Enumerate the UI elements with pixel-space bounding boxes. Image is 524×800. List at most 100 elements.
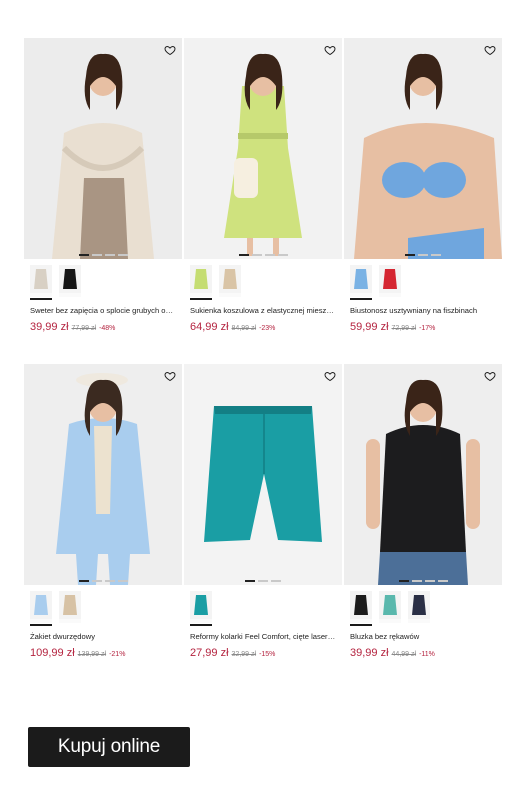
- product-name[interactable]: Bluzka bez rękawów: [344, 625, 502, 642]
- heart-icon[interactable]: [324, 370, 336, 382]
- color-swatches: [24, 259, 182, 300]
- current-price: 27,99 zł: [190, 647, 229, 659]
- discount-badge: -11%: [419, 651, 435, 658]
- color-swatch[interactable]: [350, 591, 372, 626]
- current-price: 109,99 zł: [30, 647, 75, 659]
- carousel-dot[interactable]: [117, 254, 128, 256]
- product-photo-art: [184, 364, 342, 585]
- product-photo[interactable]: [344, 38, 502, 259]
- heart-icon[interactable]: [484, 44, 496, 56]
- carousel-dot[interactable]: [277, 254, 288, 256]
- product-card[interactable]: Sweter bez zapięcia o splocie grubych oc…: [24, 38, 182, 333]
- product-row: Sweter bez zapięcia o splocie grubych oc…: [24, 38, 503, 333]
- product-card[interactable]: Żakiet dwurzędowy 109,99 zł 139,99 zł -2…: [24, 364, 182, 659]
- carousel-dot[interactable]: [238, 254, 249, 256]
- product-photo-art: [24, 38, 182, 259]
- color-swatches: [184, 259, 342, 300]
- color-swatch[interactable]: [59, 265, 81, 297]
- old-price: 32,99 zł: [231, 651, 257, 658]
- carousel-dot[interactable]: [104, 580, 115, 582]
- current-price: 64,99 zł: [190, 321, 229, 333]
- image-carousel-dots: [24, 254, 182, 256]
- color-swatch[interactable]: [59, 591, 81, 623]
- product-photo[interactable]: [24, 364, 182, 585]
- discount-badge: -21%: [109, 651, 126, 658]
- product-photo-art: [344, 38, 502, 259]
- carousel-dot[interactable]: [418, 254, 428, 256]
- old-price: 44,99 zł: [391, 651, 417, 658]
- carousel-dot[interactable]: [405, 254, 415, 256]
- color-swatches: [184, 585, 342, 626]
- color-swatch[interactable]: [190, 591, 212, 626]
- carousel-dot[interactable]: [398, 580, 409, 582]
- discount-badge: -15%: [259, 651, 276, 658]
- image-carousel-dots: [184, 254, 342, 256]
- carousel-dot[interactable]: [271, 580, 281, 582]
- product-photo[interactable]: [184, 364, 342, 585]
- product-name[interactable]: Biustonosz usztywniany na fiszbinach: [344, 299, 502, 316]
- carousel-dot[interactable]: [431, 254, 441, 256]
- old-price: 139,99 zł: [77, 651, 107, 658]
- carousel-dot[interactable]: [251, 254, 262, 256]
- product-name[interactable]: Żakiet dwurzędowy: [24, 625, 182, 642]
- product-row: Żakiet dwurzędowy 109,99 zł 139,99 zł -2…: [24, 364, 503, 659]
- heart-icon[interactable]: [164, 44, 176, 56]
- heart-icon[interactable]: [164, 370, 176, 382]
- product-grid: Sweter bez zapięcia o splocie grubych oc…: [24, 38, 503, 659]
- carousel-dot[interactable]: [258, 580, 268, 582]
- color-swatches: [24, 585, 182, 626]
- discount-badge: -23%: [259, 325, 276, 332]
- carousel-dot[interactable]: [245, 580, 255, 582]
- color-swatch[interactable]: [379, 265, 401, 297]
- product-photo[interactable]: [344, 364, 502, 585]
- price-line: 109,99 zł 139,99 zł -21%: [24, 642, 182, 659]
- carousel-dot[interactable]: [78, 580, 89, 582]
- current-price: 39,99 zł: [350, 647, 389, 659]
- carousel-dot[interactable]: [424, 580, 435, 582]
- product-photo[interactable]: [184, 38, 342, 259]
- old-price: 72,99 zł: [391, 325, 417, 332]
- product-name[interactable]: Sukienka koszulowa z elastycznej miesza…: [184, 299, 342, 316]
- carousel-dot[interactable]: [91, 254, 102, 256]
- image-carousel-dots: [344, 580, 502, 582]
- color-swatches: [344, 259, 502, 300]
- price-line: 39,99 zł 44,99 zł -11%: [344, 642, 502, 659]
- product-card[interactable]: Reformy kolarki Feel Comfort, cięte lase…: [184, 364, 342, 659]
- product-card[interactable]: Bluzka bez rękawów 39,99 zł 44,99 zł -11…: [344, 364, 502, 659]
- price-line: 64,99 zł 84,99 zł -23%: [184, 316, 342, 333]
- carousel-dot[interactable]: [437, 580, 448, 582]
- color-swatch[interactable]: [30, 591, 52, 626]
- product-card[interactable]: Sukienka koszulowa z elastycznej miesza……: [184, 38, 342, 333]
- product-name[interactable]: Reformy kolarki Feel Comfort, cięte lase…: [184, 625, 342, 642]
- carousel-dot[interactable]: [117, 580, 128, 582]
- carousel-dot[interactable]: [264, 254, 275, 256]
- old-price: 84,99 zł: [231, 325, 257, 332]
- heart-icon[interactable]: [484, 370, 496, 382]
- product-card[interactable]: Biustonosz usztywniany na fiszbinach 59,…: [344, 38, 502, 333]
- color-swatches: [344, 585, 502, 626]
- old-price: 77,99 zł: [71, 325, 97, 332]
- product-photo[interactable]: [24, 38, 182, 259]
- color-swatch[interactable]: [408, 591, 430, 623]
- current-price: 59,99 zł: [350, 321, 389, 333]
- carousel-dot[interactable]: [91, 580, 102, 582]
- product-photo-art: [24, 364, 182, 585]
- color-swatch[interactable]: [379, 591, 401, 623]
- image-carousel-dots: [344, 254, 502, 256]
- price-line: 27,99 zł 32,99 zł -15%: [184, 642, 342, 659]
- carousel-dot[interactable]: [411, 580, 422, 582]
- product-photo-art: [184, 38, 342, 259]
- image-carousel-dots: [184, 580, 342, 582]
- price-line: 59,99 zł 72,99 zł -17%: [344, 316, 502, 333]
- discount-badge: -17%: [419, 325, 436, 332]
- product-name[interactable]: Sweter bez zapięcia o splocie grubych oc…: [24, 299, 182, 316]
- color-swatch[interactable]: [30, 265, 52, 300]
- color-swatch[interactable]: [190, 265, 212, 300]
- current-price: 39,99 zł: [30, 321, 69, 333]
- color-swatch[interactable]: [219, 265, 241, 297]
- carousel-dot[interactable]: [78, 254, 89, 256]
- carousel-dot[interactable]: [104, 254, 115, 256]
- shop-online-button[interactable]: Kupuj online: [28, 727, 190, 767]
- color-swatch[interactable]: [350, 265, 372, 300]
- heart-icon[interactable]: [324, 44, 336, 56]
